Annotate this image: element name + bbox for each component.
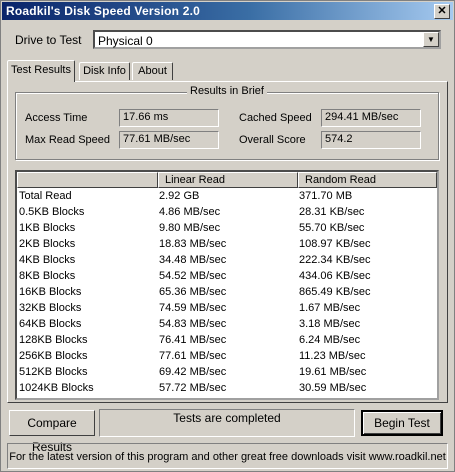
- linear-read-value: 54.83 MB/sec: [159, 318, 227, 330]
- linear-read-value: 54.52 MB/sec: [159, 270, 227, 282]
- random-read-value: 865.49 KB/sec: [299, 286, 371, 298]
- table-row[interactable]: 64KB Blocks 54.83 MB/sec 3.18 MB/sec: [17, 317, 437, 333]
- linear-read-value: 2.92 GB: [159, 190, 200, 202]
- table-row[interactable]: 0.5KB Blocks 4.86 MB/sec 28.31 KB/sec: [17, 205, 437, 221]
- random-read-value: 108.97 KB/sec: [299, 238, 371, 250]
- table-row[interactable]: 512KB Blocks 69.42 MB/sec 19.61 MB/sec: [17, 365, 437, 381]
- linear-read-value: 9.80 MB/sec: [159, 222, 221, 234]
- linear-read-value: 77.61 MB/sec: [159, 350, 227, 362]
- table-row[interactable]: 8KB Blocks 54.52 MB/sec 434.06 KB/sec: [17, 269, 437, 285]
- cached-speed-label: Cached Speed: [239, 112, 312, 124]
- column-header-name[interactable]: [17, 172, 158, 188]
- row-label: 8KB Blocks: [19, 270, 76, 282]
- linear-read-value: 57.72 MB/sec: [159, 382, 227, 394]
- table-row[interactable]: 32KB Blocks 74.59 MB/sec 1.67 MB/sec: [17, 301, 437, 317]
- close-icon[interactable]: ✕: [434, 4, 450, 19]
- tab-disk-info[interactable]: Disk Info: [79, 62, 130, 80]
- row-label: 512KB Blocks: [19, 366, 88, 378]
- status-text: Tests are completed: [99, 409, 355, 437]
- random-read-value: 30.59 MB/sec: [299, 382, 367, 394]
- row-label: 0.5KB Blocks: [19, 206, 85, 218]
- tab-about[interactable]: About: [132, 62, 173, 80]
- drive-select[interactable]: Physical 0 ▼: [93, 30, 441, 49]
- row-label: 32KB Blocks: [19, 302, 82, 314]
- app-window: Roadkil's Disk Speed Version 2.0 ✕ Drive…: [0, 0, 455, 472]
- table-row[interactable]: 16KB Blocks 65.36 MB/sec 865.49 KB/sec: [17, 285, 437, 301]
- row-label: Total Read: [19, 190, 72, 202]
- drive-to-test-label: Drive to Test: [15, 33, 82, 47]
- access-time-value: 17.66 ms: [119, 109, 219, 127]
- footer-link-text[interactable]: For the latest version of this program a…: [7, 443, 448, 469]
- title-bar[interactable]: Roadkil's Disk Speed Version 2.0 ✕: [2, 2, 453, 20]
- column-header-random-read[interactable]: Random Read: [298, 172, 437, 188]
- row-label: 256KB Blocks: [19, 350, 88, 362]
- random-read-value: 371.70 MB: [299, 190, 353, 202]
- access-time-label: Access Time: [25, 112, 88, 124]
- table-row[interactable]: 1KB Blocks 9.80 MB/sec 55.70 KB/sec: [17, 221, 437, 237]
- row-label: 64KB Blocks: [19, 318, 82, 330]
- overall-score-label: Overall Score: [239, 134, 306, 146]
- row-label: 1024KB Blocks: [19, 382, 94, 394]
- linear-read-value: 18.83 MB/sec: [159, 238, 227, 250]
- max-read-value: 77.61 MB/sec: [119, 131, 219, 149]
- row-label: 4KB Blocks: [19, 254, 76, 266]
- random-read-value: 222.34 KB/sec: [299, 254, 371, 266]
- random-read-value: 28.31 KB/sec: [299, 206, 365, 218]
- random-read-value: 19.61 MB/sec: [299, 366, 367, 378]
- table-row[interactable]: 128KB Blocks 76.41 MB/sec 6.24 MB/sec: [17, 333, 437, 349]
- compare-results-button[interactable]: Compare Results: [9, 410, 95, 454]
- random-read-value: 55.70 KB/sec: [299, 222, 365, 234]
- table-row[interactable]: 4KB Blocks 34.48 MB/sec 222.34 KB/sec: [17, 253, 437, 269]
- random-read-value: 3.18 MB/sec: [299, 318, 361, 330]
- linear-read-value: 76.41 MB/sec: [159, 334, 227, 346]
- table-row[interactable]: 256KB Blocks 77.61 MB/sec 11.23 MB/sec: [17, 349, 437, 365]
- random-read-value: 6.24 MB/sec: [299, 334, 361, 346]
- chevron-down-icon[interactable]: ▼: [423, 32, 439, 47]
- overall-score-value: 574.2: [321, 131, 421, 149]
- table-row[interactable]: 2KB Blocks 18.83 MB/sec 108.97 KB/sec: [17, 237, 437, 253]
- linear-read-value: 34.48 MB/sec: [159, 254, 227, 266]
- linear-read-value: 65.36 MB/sec: [159, 286, 227, 298]
- random-read-value: 1.67 MB/sec: [299, 302, 361, 314]
- linear-read-value: 74.59 MB/sec: [159, 302, 227, 314]
- row-label: 16KB Blocks: [19, 286, 82, 298]
- table-row[interactable]: 1024KB Blocks 57.72 MB/sec 30.59 MB/sec: [17, 381, 437, 397]
- random-read-value: 11.23 MB/sec: [299, 350, 366, 362]
- drive-select-value: Physical 0: [98, 34, 153, 48]
- linear-read-value: 4.86 MB/sec: [159, 206, 221, 218]
- results-table[interactable]: Linear Read Random Read Total Read 2.92 G…: [15, 170, 439, 400]
- results-in-brief-title: Results in Brief: [187, 85, 267, 97]
- linear-read-value: 69.42 MB/sec: [159, 366, 227, 378]
- random-read-value: 434.06 KB/sec: [299, 270, 371, 282]
- table-row[interactable]: Total Read 2.92 GB 371.70 MB: [17, 189, 437, 205]
- begin-test-button[interactable]: Begin Test: [361, 410, 443, 436]
- cached-speed-value: 294.41 MB/sec: [321, 109, 421, 127]
- row-label: 128KB Blocks: [19, 334, 88, 346]
- max-read-label: Max Read Speed: [25, 134, 110, 146]
- window-title: Roadkil's Disk Speed Version 2.0: [6, 4, 200, 18]
- row-label: 2KB Blocks: [19, 238, 76, 250]
- row-label: 1KB Blocks: [19, 222, 76, 234]
- column-header-linear-read[interactable]: Linear Read: [158, 172, 298, 188]
- tab-test-results[interactable]: Test Results: [7, 60, 75, 82]
- table-header: Linear Read Random Read: [17, 172, 437, 189]
